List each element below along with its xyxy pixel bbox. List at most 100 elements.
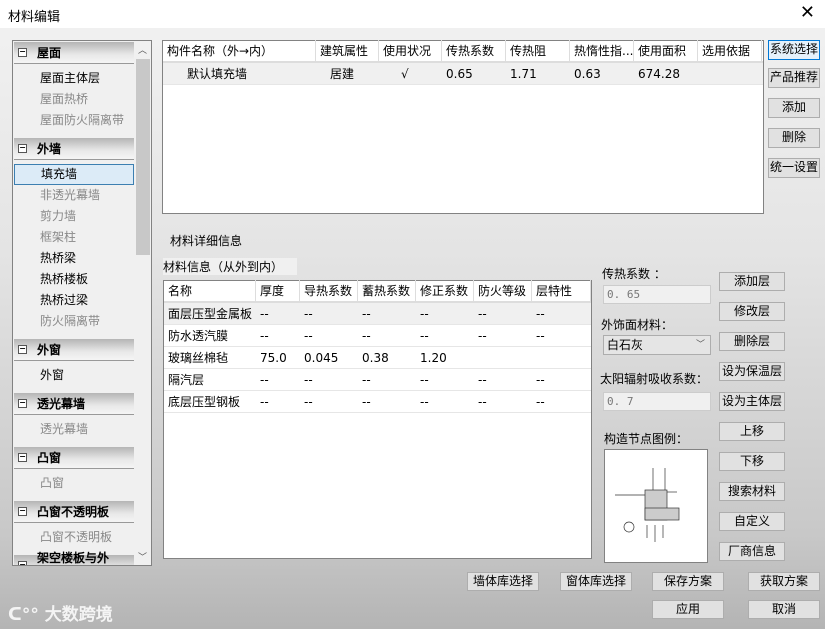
collapse-icon[interactable]: − bbox=[18, 399, 27, 408]
tree-item[interactable]: 屋面热桥 bbox=[14, 89, 134, 110]
table-cell: 674.28 bbox=[638, 66, 680, 81]
layer-row[interactable]: 底层压型钢板 -- -- -- -- -- -- bbox=[164, 391, 591, 413]
solar-input[interactable]: 0. 7 bbox=[603, 392, 711, 411]
layer-row[interactable]: 防水透汽膜 -- -- -- -- -- -- bbox=[164, 325, 591, 347]
layer-button-7[interactable]: 搜索材料 bbox=[719, 482, 785, 501]
column-header[interactable]: 层特性 bbox=[532, 280, 591, 302]
tree-group-3[interactable]: − 透光幕墙 bbox=[14, 393, 134, 415]
column-header[interactable]: 热惰性指... bbox=[570, 40, 634, 62]
table-cell: 1.71 bbox=[510, 66, 537, 81]
wall-lib-button[interactable]: 墙体库选择 bbox=[467, 572, 539, 591]
save-button[interactable]: 保存方案 bbox=[652, 572, 724, 591]
tree-item[interactable]: 非透光幕墙 bbox=[14, 185, 134, 206]
table-cell: 默认填充墙 bbox=[187, 67, 248, 81]
side-button-2[interactable]: 添加 bbox=[768, 98, 820, 118]
tree-item[interactable]: 凸窗 bbox=[14, 473, 134, 494]
layer-cell: -- bbox=[536, 328, 545, 343]
group-gap bbox=[13, 440, 151, 446]
detail-subtitle: 材料信息（从外到内） bbox=[163, 258, 298, 275]
tree-item[interactable]: 填充墙 bbox=[14, 164, 134, 185]
layer-cell: -- bbox=[304, 328, 313, 343]
collapse-icon[interactable]: − bbox=[18, 345, 27, 354]
layer-button-9[interactable]: 厂商信息 bbox=[719, 542, 785, 561]
collapse-icon[interactable]: − bbox=[18, 561, 27, 565]
tree-item[interactable]: 凸窗不透明板 bbox=[14, 527, 134, 548]
tree-item[interactable]: 热桥过梁 bbox=[14, 290, 134, 311]
column-header[interactable]: 名称 bbox=[164, 280, 256, 302]
layer-button-4[interactable]: 设为主体层 bbox=[719, 392, 785, 411]
tree-group-0[interactable]: − 屋面 bbox=[14, 42, 134, 64]
collapse-icon[interactable]: − bbox=[18, 48, 27, 57]
column-header[interactable]: 蓄热系数 bbox=[358, 280, 416, 302]
u-value-input[interactable]: 0. 65 bbox=[603, 285, 711, 304]
column-header[interactable]: 传热阻 bbox=[506, 40, 570, 62]
column-header[interactable]: 构件名称（外→内） bbox=[163, 40, 316, 62]
column-header[interactable]: 使用状况 bbox=[379, 40, 442, 62]
layer-cell: -- bbox=[362, 306, 371, 321]
tree-item[interactable]: 热桥梁 bbox=[14, 248, 134, 269]
layer-row[interactable]: 玻璃丝棉毡 75.0 0.045 0.38 1.20 bbox=[164, 347, 591, 369]
side-button-1[interactable]: 产品推荐 bbox=[768, 68, 820, 88]
tree-group-1[interactable]: − 外墙 bbox=[14, 138, 134, 160]
tree-group-4[interactable]: − 凸窗 bbox=[14, 447, 134, 469]
column-header[interactable]: 建筑属性 bbox=[316, 40, 379, 62]
tree-item[interactable]: 外窗 bbox=[14, 365, 134, 386]
tree-item[interactable]: 防火隔离带 bbox=[14, 311, 134, 332]
column-header[interactable]: 修正系数 bbox=[416, 280, 474, 302]
scroll-down-icon[interactable]: ﹀ bbox=[138, 550, 147, 563]
finish-select[interactable]: 白石灰 ﹀ bbox=[603, 335, 711, 355]
layer-cell: 面层压型金属板 bbox=[168, 307, 253, 321]
tree-group-label: 凸窗不透明板 bbox=[37, 505, 110, 519]
layer-cell: -- bbox=[304, 372, 313, 387]
layer-button-6[interactable]: 下移 bbox=[719, 452, 785, 471]
apply-button[interactable]: 应用 bbox=[652, 600, 724, 619]
column-header[interactable]: 选用依据 bbox=[698, 40, 762, 62]
side-button-3[interactable]: 删除 bbox=[768, 128, 820, 148]
cancel-button[interactable]: 取消 bbox=[748, 600, 820, 619]
tree-group-label: 透光幕墙 bbox=[37, 397, 86, 411]
collapse-icon[interactable]: − bbox=[18, 144, 27, 153]
load-button[interactable]: 获取方案 bbox=[748, 572, 820, 591]
finish-label: 外饰面材料： bbox=[601, 318, 674, 332]
layer-cell: -- bbox=[260, 372, 269, 387]
tree-group-6[interactable]: − 架空楼板与外挑... bbox=[14, 551, 134, 565]
scroll-up-icon[interactable]: ︿ bbox=[138, 43, 147, 56]
layer-button-2[interactable]: 删除层 bbox=[719, 332, 785, 351]
tree-item[interactable]: 屋面防火隔离带 bbox=[14, 110, 134, 131]
side-button-0[interactable]: 系统选择 bbox=[768, 40, 820, 60]
finish-value: 白石灰 bbox=[607, 338, 644, 352]
tree-group-5[interactable]: − 凸窗不透明板 bbox=[14, 501, 134, 523]
tree-item[interactable]: 透光幕墙 bbox=[14, 419, 134, 440]
layer-cell: 1.20 bbox=[420, 350, 447, 365]
tree-group-2[interactable]: − 外窗 bbox=[14, 339, 134, 361]
column-header[interactable]: 厚度 bbox=[256, 280, 300, 302]
column-header[interactable]: 传热系数 bbox=[442, 40, 506, 62]
title-bar: 材料编辑 ✕ bbox=[0, 0, 825, 28]
collapse-icon[interactable]: − bbox=[18, 507, 27, 516]
tree-item[interactable]: 剪力墙 bbox=[14, 206, 134, 227]
table-row[interactable]: 默认填充墙 居建 √ 0.65 1.71 0.63 674.28 bbox=[163, 63, 763, 85]
layer-row[interactable]: 隔汽层 -- -- -- -- -- -- bbox=[164, 369, 591, 391]
layer-button-0[interactable]: 添加层 bbox=[719, 272, 785, 291]
layer-cell: -- bbox=[420, 306, 429, 321]
chevron-down-icon: ﹀ bbox=[695, 340, 705, 350]
column-header[interactable]: 导热系数 bbox=[300, 280, 358, 302]
layer-button-1[interactable]: 修改层 bbox=[719, 302, 785, 321]
collapse-icon[interactable]: − bbox=[18, 453, 27, 462]
tree-item[interactable]: 热桥楼板 bbox=[14, 269, 134, 290]
layer-button-3[interactable]: 设为保温层 bbox=[719, 362, 785, 381]
tree-item[interactable]: 框架柱 bbox=[14, 227, 134, 248]
tree-scrollbar[interactable]: ︿ ﹀ bbox=[135, 41, 151, 565]
layer-button-8[interactable]: 自定义 bbox=[719, 512, 785, 531]
tree-item[interactable]: 屋面主体层 bbox=[14, 68, 134, 89]
layer-cell: -- bbox=[478, 306, 487, 321]
close-icon[interactable]: ✕ bbox=[800, 2, 815, 23]
layer-button-5[interactable]: 上移 bbox=[719, 422, 785, 441]
column-header[interactable]: 防火等级 bbox=[474, 280, 532, 302]
layer-cell: -- bbox=[362, 328, 371, 343]
window-lib-button[interactable]: 窗体库选择 bbox=[560, 572, 632, 591]
scroll-thumb[interactable] bbox=[136, 59, 150, 255]
side-button-4[interactable]: 统一设置 bbox=[768, 158, 820, 178]
column-header[interactable]: 使用面积 bbox=[634, 40, 698, 62]
layer-row[interactable]: 面层压型金属板 -- -- -- -- -- -- bbox=[164, 303, 591, 325]
